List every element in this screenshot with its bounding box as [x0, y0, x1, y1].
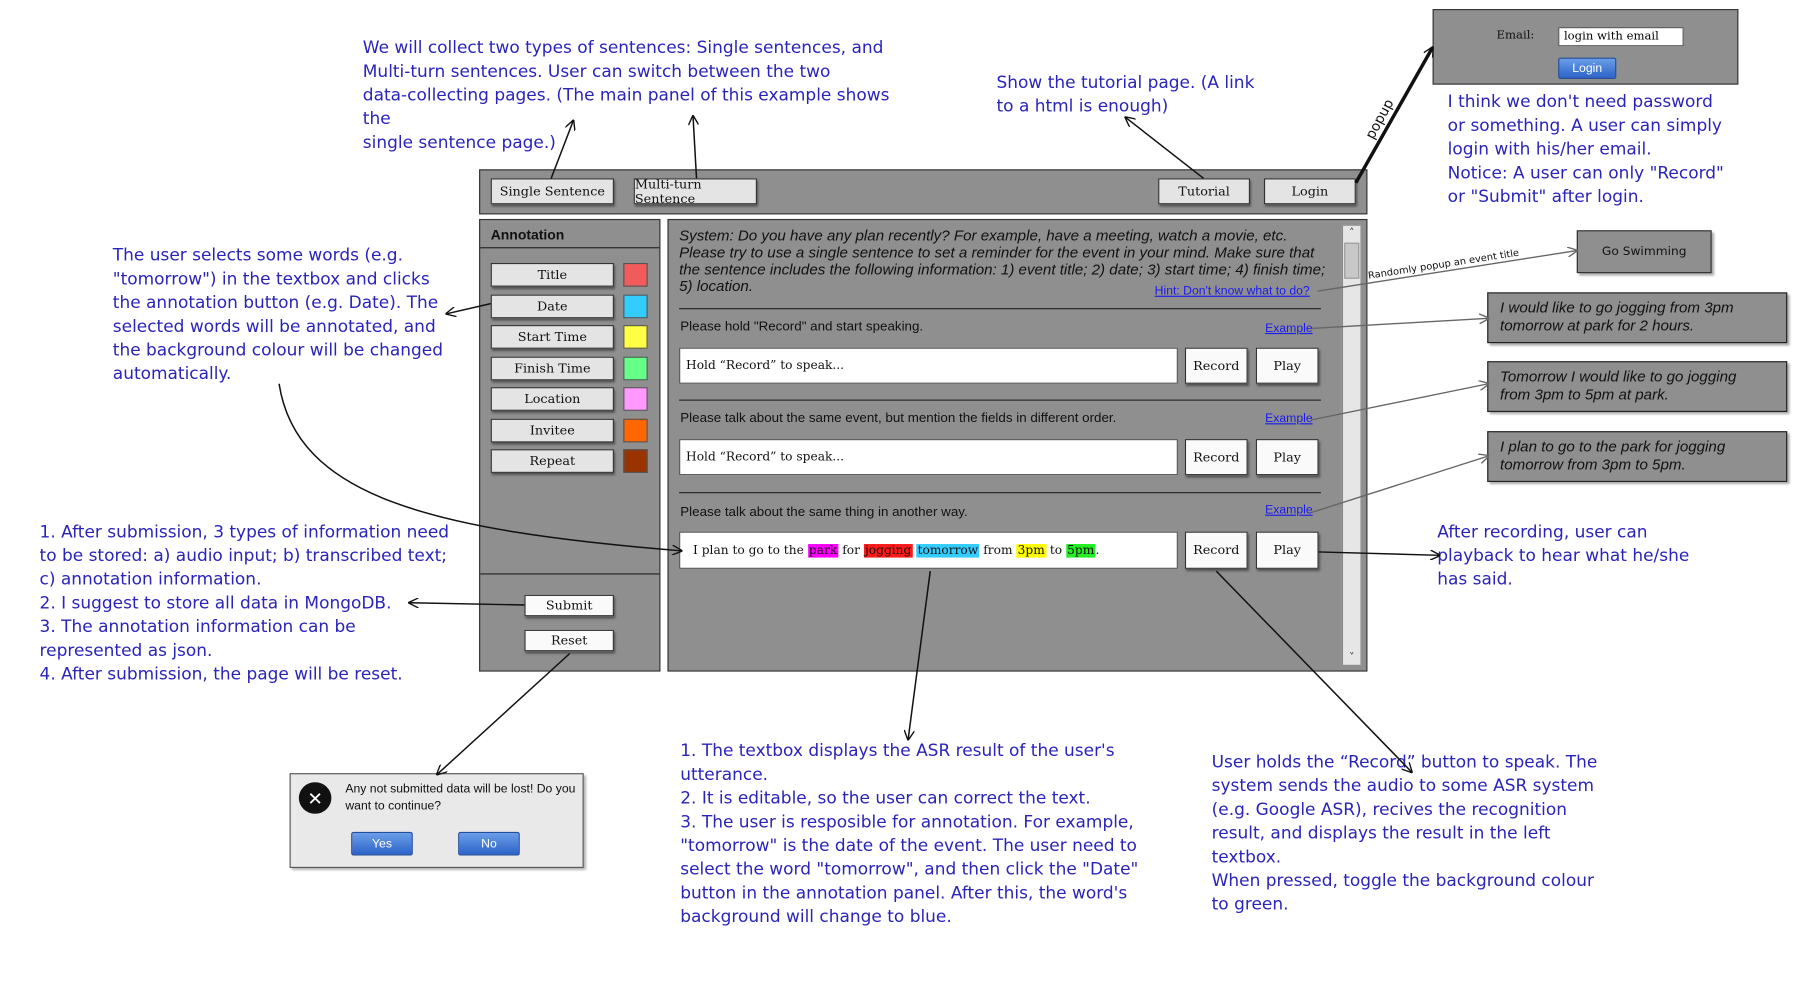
annotated-word: 5pm	[1065, 543, 1096, 558]
scroll-up-icon[interactable]: ˄	[1343, 227, 1360, 241]
section-divider	[679, 492, 1321, 494]
email-input[interactable]: login with email	[1558, 27, 1684, 47]
record-button-1[interactable]: Record	[1184, 347, 1248, 384]
example-popup-2: Tomorrow I would like to go jogging from…	[1487, 361, 1788, 412]
transcript-textbox-1[interactable]: Hold “Record” to speak...	[679, 347, 1178, 384]
scroll-down-icon[interactable]: ˅	[1343, 651, 1360, 665]
scrollbar-thumb[interactable]	[1344, 242, 1360, 279]
arrow-login-popup	[1354, 47, 1435, 184]
annotation-button-title[interactable]: Title	[490, 262, 614, 287]
annotation-divider-bottom	[480, 573, 660, 575]
single-sentence-tab[interactable]: Single Sentence	[490, 178, 614, 205]
play-button-2[interactable]: Play	[1255, 439, 1319, 476]
annotation-color-swatch	[623, 387, 648, 411]
reset-button[interactable]: Reset	[524, 629, 614, 652]
section-2-prompt: Please talk about the same event, but me…	[680, 411, 1117, 426]
example-link-2[interactable]: Example	[1265, 412, 1313, 426]
note-annotation: The user selects some words (e.g. "tomor…	[112, 246, 443, 384]
sentence-text: for	[838, 543, 864, 558]
sentence-text: to	[1045, 543, 1066, 558]
note-record: User holds the “Record” button to speak.…	[1211, 752, 1598, 915]
transcript-textbox-3[interactable]: I plan to go to the park for jogging tom…	[679, 531, 1178, 569]
email-label: Email:	[1496, 29, 1535, 42]
note-playback: After recording, user can playback to he…	[1437, 522, 1690, 590]
note-login: I think we don't need password or someth…	[1447, 92, 1724, 207]
annotation-color-swatch	[623, 325, 648, 349]
section-divider	[679, 308, 1321, 310]
event-title-arrow-label: Randomly popup an event title	[1367, 248, 1520, 282]
main-scrollbar[interactable]	[1341, 224, 1362, 666]
example-popup-1: I would like to go jogging from 3pm tomo…	[1487, 292, 1788, 344]
annotation-button-invitee[interactable]: Invitee	[490, 418, 614, 442]
annotation-color-swatch	[623, 356, 648, 380]
dialog-no-button[interactable]: No	[458, 831, 520, 856]
error-icon: ✕	[298, 782, 332, 814]
annotation-button-start-time[interactable]: Start Time	[490, 325, 614, 349]
note-tutorial: Show the tutorial page. (A link to a htm…	[996, 73, 1255, 117]
annotation-button-finish-time[interactable]: Finish Time	[490, 356, 614, 380]
hint-link[interactable]: Hint: Don't know what to do?	[1155, 284, 1310, 298]
sentence-text: from	[979, 543, 1017, 558]
record-button-2[interactable]: Record	[1184, 439, 1248, 476]
submit-button[interactable]: Submit	[524, 594, 614, 617]
annotation-color-swatch	[623, 262, 648, 287]
section-3-prompt: Please talk about the same thing in anot…	[680, 505, 968, 520]
play-button-3[interactable]: Play	[1255, 531, 1319, 569]
play-button-1[interactable]: Play	[1255, 347, 1319, 384]
example-popup-3: I plan to go to the park for jogging tom…	[1487, 431, 1788, 482]
annotation-button-date[interactable]: Date	[490, 294, 614, 318]
transcript-textbox-2[interactable]: Hold “Record” to speak...	[679, 439, 1178, 476]
popup-arrow-label: popup	[1363, 97, 1398, 142]
sentence-text: I plan to go to the	[693, 543, 808, 558]
annotated-word: 3pm	[1016, 543, 1046, 558]
annotated-word: park	[807, 543, 839, 558]
event-title-text: Go Swimming	[1601, 244, 1687, 259]
annotation-button-repeat[interactable]: Repeat	[490, 449, 614, 473]
section-1-prompt: Please hold "Record" and start speaking.	[680, 320, 924, 335]
annotation-color-swatch	[623, 418, 648, 442]
annotated-word: tomorrow	[916, 543, 980, 558]
record-button-3[interactable]: Record	[1184, 531, 1248, 569]
login-submit-button[interactable]: Login	[1558, 57, 1617, 80]
tutorial-button[interactable]: Tutorial	[1158, 178, 1251, 205]
annotation-color-swatch	[623, 294, 648, 318]
annotated-word: jogging	[863, 543, 913, 558]
section-divider	[679, 399, 1321, 401]
annotation-divider	[480, 247, 660, 249]
sentence-text: .	[1095, 543, 1100, 558]
example-link-3[interactable]: Example	[1265, 503, 1313, 517]
example-link-1[interactable]: Example	[1265, 322, 1313, 336]
annotation-button-location[interactable]: Location	[490, 387, 614, 411]
annotation-panel-title: Annotation	[490, 226, 565, 243]
note-textbox: 1. The textbox displays the ASR result o…	[680, 741, 1139, 927]
dialog-yes-button[interactable]: Yes	[351, 831, 413, 856]
dialog-message: Any not submitted data will be lost! Do …	[345, 782, 576, 813]
multi-turn-sentence-tab[interactable]: Multi-turn Sentence	[633, 177, 757, 206]
note-page-types: We will collect two types of sentences: …	[362, 38, 890, 153]
annotation-color-swatch	[623, 449, 648, 473]
note-submission: 1. After submission, 3 types of informat…	[39, 522, 450, 684]
login-button[interactable]: Login	[1263, 178, 1356, 205]
